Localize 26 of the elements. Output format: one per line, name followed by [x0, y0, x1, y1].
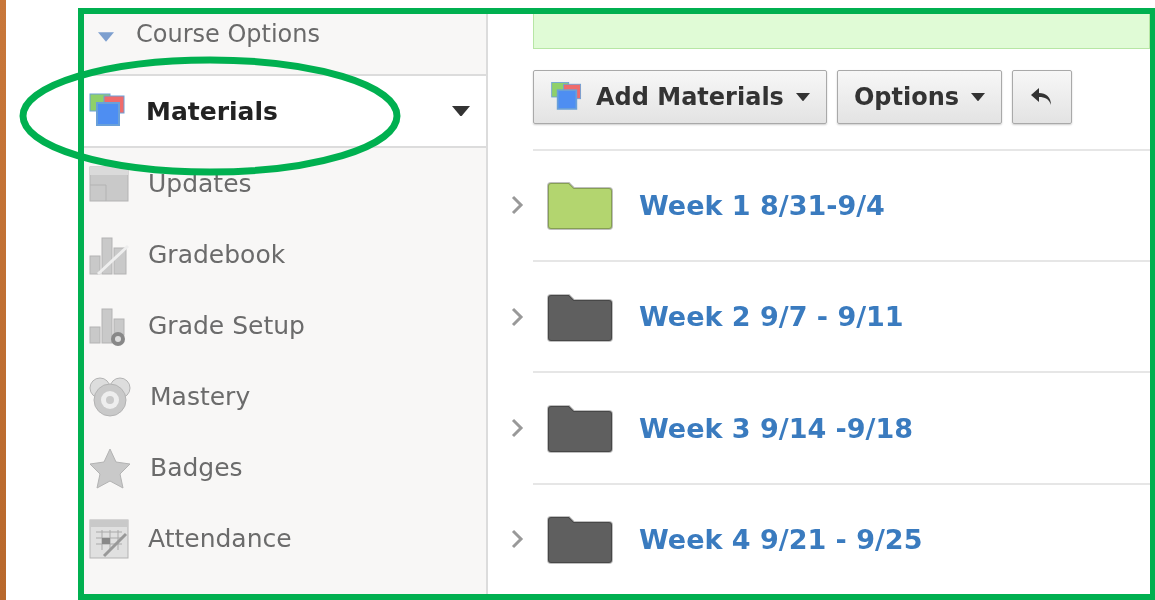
folder-link[interactable]: Week 4 9/21 - 9/25	[639, 523, 923, 555]
chevron-icon[interactable]	[510, 305, 524, 328]
caret-icon	[971, 92, 986, 101]
star-icon	[88, 446, 132, 489]
sidebar-item[interactable]: Grade Setup	[84, 290, 486, 361]
calendar-icon	[88, 517, 130, 560]
folder-link[interactable]: Week 2 9/7 - 9/11	[639, 301, 904, 333]
chevron-icon[interactable]	[510, 528, 524, 551]
sidebar-item[interactable]: Gradebook	[84, 219, 486, 290]
dropdown-button[interactable]: Add Materials	[533, 69, 827, 124]
sidebar-item[interactable]: Mastery	[84, 361, 486, 432]
chevron-icon[interactable]	[510, 194, 524, 217]
sidebar-item[interactable]: Badges	[84, 432, 486, 503]
chevron-icon[interactable]	[510, 417, 524, 439]
section-title: Course Options	[136, 20, 321, 48]
sidebar-item[interactable]: Materials	[84, 76, 486, 148]
target-icon	[88, 375, 132, 418]
caret-icon	[795, 92, 810, 101]
triangle-icon[interactable]	[98, 32, 114, 42]
undo-button[interactable]	[1012, 69, 1073, 124]
dropdown-button[interactable]: Options	[836, 69, 1003, 124]
sidebar-item[interactable]: Updates	[84, 148, 486, 219]
folder-link[interactable]: Week 1 8/31-9/4	[639, 189, 885, 221]
caret-icon	[452, 105, 470, 117]
sidebar-item[interactable]: Attendance	[84, 503, 486, 574]
folder-link[interactable]: Week 3 9/14 -9/18	[639, 412, 914, 444]
